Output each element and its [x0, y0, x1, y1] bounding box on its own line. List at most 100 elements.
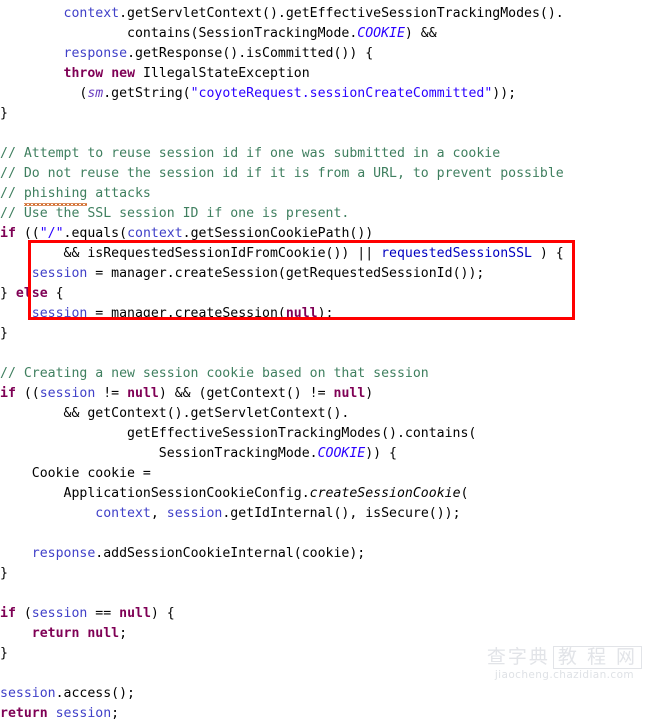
code-token: .getResponse().isCommitted()) {	[127, 46, 374, 61]
code-token: Cookie cookie =	[0, 466, 151, 481]
code-line: getEffectiveSessionTrackingModes().conta…	[0, 424, 648, 444]
code-line: Cookie cookie =	[0, 464, 648, 484]
code-token: null	[333, 386, 366, 401]
code-token: createSessionCookie	[309, 486, 461, 501]
code-token: && getContext().getServletContext().	[0, 406, 350, 421]
code-token: context	[127, 226, 183, 241]
code-line: }	[0, 564, 648, 584]
code-line: // Use the SSL session ID if one is pres…	[0, 204, 648, 224]
code-token: attacks	[87, 186, 151, 201]
code-line: }	[0, 644, 648, 664]
code-token: session	[0, 686, 56, 701]
code-token: sm	[87, 86, 104, 101]
code-token: = manager.createSession(	[87, 306, 286, 321]
code-token: ,	[150, 506, 167, 521]
code-token: }	[0, 326, 8, 341]
code-token: ));	[492, 86, 517, 101]
code-token: session	[31, 266, 88, 281]
code-line: // Attempt to reuse session id if one wa…	[0, 144, 648, 164]
code-token: }	[0, 646, 8, 661]
code-token: requestedSessionSSL	[381, 246, 532, 261]
code-line: session = manager.createSession(null);	[0, 304, 648, 324]
code-line: }	[0, 104, 648, 124]
code-token: context	[95, 506, 151, 521]
code-token: if	[0, 386, 16, 401]
code-token: ) {	[531, 246, 564, 261]
code-line: response.getResponse().isCommitted()) {	[0, 44, 648, 64]
code-token: COOKIE	[317, 446, 366, 461]
code-token: ==	[87, 606, 120, 621]
code-token: ) {	[150, 606, 175, 621]
code-token: session	[31, 306, 88, 321]
code-token: if	[0, 226, 16, 241]
code-token: getEffectiveSessionTrackingModes().conta…	[0, 426, 477, 441]
code-line: SessionTrackingMode.COOKIE)) {	[0, 444, 648, 464]
code-token: !=	[95, 386, 128, 401]
code-line: return session;	[0, 704, 648, 724]
code-token: // Use the SSL session ID if one is pres…	[0, 206, 350, 221]
code-token: }	[0, 286, 16, 301]
code-token: .getServletContext().getEffectiveSession…	[119, 6, 564, 21]
code-token: throw	[63, 66, 104, 81]
code-token: session	[39, 386, 96, 401]
code-token: session	[55, 706, 112, 721]
spellcheck-squiggle-word: phishing	[23, 184, 87, 206]
code-token: // Attempt to reuse session id if one wa…	[0, 146, 501, 161]
code-token: = manager.createSession(getRequestedSess…	[87, 266, 485, 281]
code-token: .getIdInternal(), isSecure());	[222, 506, 461, 521]
code-token: .equals(	[63, 226, 128, 241]
code-token: null	[127, 386, 159, 401]
code-token: return	[0, 706, 48, 721]
code-token: "/"	[39, 226, 64, 241]
code-line: contains(SessionTrackingMode.COOKIE) &&	[0, 24, 648, 44]
code-token: ;	[119, 626, 128, 641]
code-line: throw new IllegalStateException	[0, 64, 648, 84]
code-line: if ((session != null) && (getContext() !…	[0, 384, 648, 404]
code-token: contains(SessionTrackingMode.	[0, 26, 358, 41]
code-token: //	[0, 186, 24, 201]
code-token: session	[31, 606, 88, 621]
code-line: return null;	[0, 624, 648, 644]
code-token: return	[31, 626, 80, 641]
code-token: if	[0, 606, 16, 621]
code-token: )) {	[365, 446, 397, 461]
code-editor-viewport[interactable]: context .getServletContext().getEffective…	[0, 0, 648, 721]
code-line: ApplicationSessionCookieConfig.createSes…	[0, 484, 648, 504]
code-token: ) &&	[404, 26, 437, 41]
code-token: session	[166, 506, 223, 521]
code-line: session = manager.createSession(getReque…	[0, 264, 648, 284]
code-token: else	[15, 286, 48, 301]
code-token: // Creating a new session cookie based o…	[0, 366, 429, 381]
code-line: && getContext().getServletContext().	[0, 404, 648, 424]
code-token: response	[63, 46, 128, 61]
code-line: // Creating a new session cookie based o…	[0, 364, 648, 384]
source-code-block[interactable]: context .getServletContext().getEffective…	[0, 0, 648, 724]
code-token: );	[317, 306, 334, 321]
code-token: null	[87, 626, 120, 641]
code-token: .addSessionCookieInternal(cookie);	[95, 546, 366, 561]
code-token: )	[365, 386, 374, 401]
code-line: session.access();	[0, 684, 648, 704]
code-token: .getString(	[103, 86, 191, 101]
code-token: }	[0, 566, 8, 581]
code-token: null	[119, 606, 151, 621]
code-token: response	[31, 546, 96, 561]
code-token: null	[285, 306, 318, 321]
code-token: // Do not reuse the session id if it is …	[0, 166, 564, 181]
code-token: (	[15, 606, 32, 621]
code-token: ((	[15, 386, 40, 401]
code-token: && isRequestedSessionIdFromCookie()) ||	[0, 246, 382, 261]
code-line: if (session == null) {	[0, 604, 648, 624]
code-line: } else {	[0, 284, 648, 304]
